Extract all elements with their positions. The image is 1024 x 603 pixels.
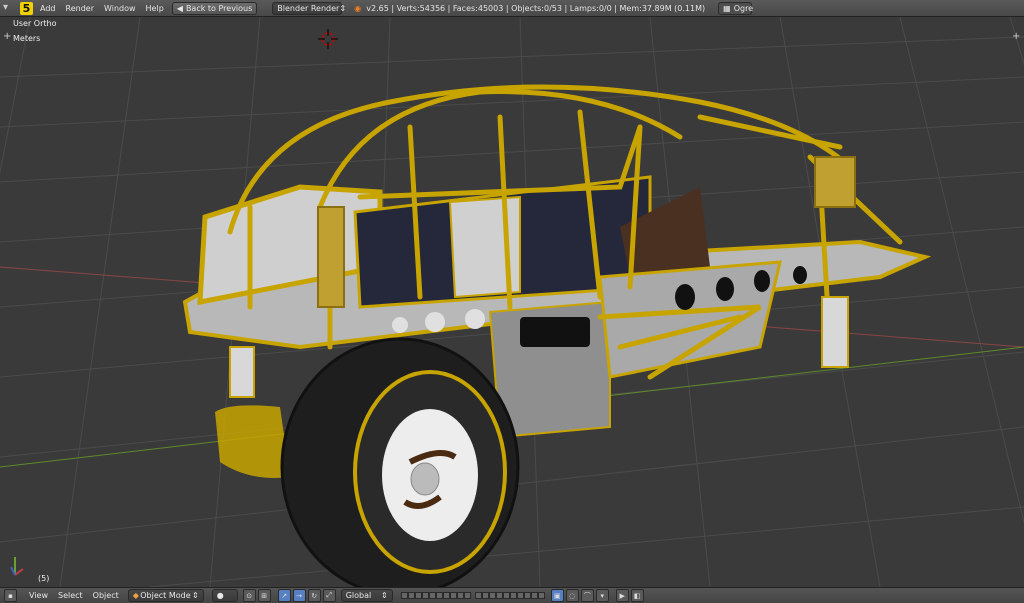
mode-label: Object Mode [140,591,191,600]
dropdown-arrow-icon: ⇕ [339,3,347,13]
translate-manipulator-icon[interactable]: → [292,589,306,602]
mode-dropdown[interactable]: ◆ Object Mode ⇕ [127,589,204,602]
back-icon: ◀ [176,3,183,13]
toolshelf-toggle-icon[interactable]: + [3,31,11,42]
rotate-manipulator-icon[interactable]: ↻ [307,589,321,602]
scene-selector[interactable]: ▦ Ogre [718,1,754,15]
shading-dropdown[interactable]: ● [211,589,238,602]
scene-name-label: Ogre [733,3,754,13]
manipulator-toggle-icon[interactable]: ↗ [277,589,291,602]
layer-buttons[interactable] [400,592,471,599]
dropdown-arrow-icon: ⇕ [381,591,388,600]
blender-logo: 5 [20,1,33,15]
snap-toggle-icon[interactable]: ⌒ [580,589,594,602]
blender-version-icon: ◉ [354,3,362,13]
menu-help[interactable]: Help [141,4,169,13]
3d-cursor [318,29,338,49]
menu-view[interactable]: View [24,591,53,600]
orientation-label: Global [345,591,372,600]
menu-window[interactable]: Window [99,4,141,13]
snap-element-icon[interactable]: ▾ [595,589,609,602]
lock-layers-icon[interactable]: ▣ [550,589,564,602]
solid-shading-icon: ● [216,591,224,600]
editor-type-icon[interactable]: ▾ [3,2,8,13]
editor-type-icon[interactable]: ▪ [4,589,17,602]
dropdown-arrow-icon: ⇕ [192,591,199,600]
buggy-model [182,84,932,587]
3d-viewport[interactable]: + + User Ortho Meters (5) [0,17,1024,587]
render-engine-label: Blender Render [277,3,340,13]
object-mode-icon: ◆ [132,591,139,600]
render-engine-dropdown[interactable]: Blender Render ⇕ [272,1,346,15]
orientation-dropdown[interactable]: Global ⇕ [340,589,393,602]
scene-stats: v2.65 | Verts:54356 | Faces:45003 | Obje… [366,3,706,13]
view-name-label: User Ortho [13,19,57,28]
proportional-edit-icon[interactable]: ◌ [565,589,579,602]
back-to-previous-label: Back to Previous [185,3,253,13]
render-animation-icon[interactable]: ◧ [630,589,644,602]
visible-only-icon[interactable]: ⊞ [257,589,271,602]
menu-select[interactable]: Select [53,591,88,600]
back-to-previous-button[interactable]: ◀ Back to Previous [171,1,258,15]
viewport-canvas [0,17,1024,587]
scene-icon: ▦ [723,3,731,13]
menu-render[interactable]: Render [61,4,99,13]
menu-object[interactable]: Object [88,591,124,600]
menu-add[interactable]: Add [35,4,61,13]
units-label: Meters [13,34,41,43]
render-preview-icon[interactable]: ▶ [615,589,629,602]
properties-toggle-icon[interactable]: + [1012,31,1020,42]
scale-manipulator-icon[interactable]: ⤢ [322,589,336,602]
info-header: ▾ 5 Add Render Window Help ◀ Back to Pre… [0,0,1024,17]
pivot-point-icon[interactable]: ⊙ [242,589,256,602]
axis-gizmo [10,557,24,576]
layer-buttons-2[interactable] [474,592,545,599]
3d-view-header: ▪ View Select Object ◆ Object Mode ⇕ ● ⊙… [0,587,1024,603]
frame-label: (5) [38,574,50,583]
